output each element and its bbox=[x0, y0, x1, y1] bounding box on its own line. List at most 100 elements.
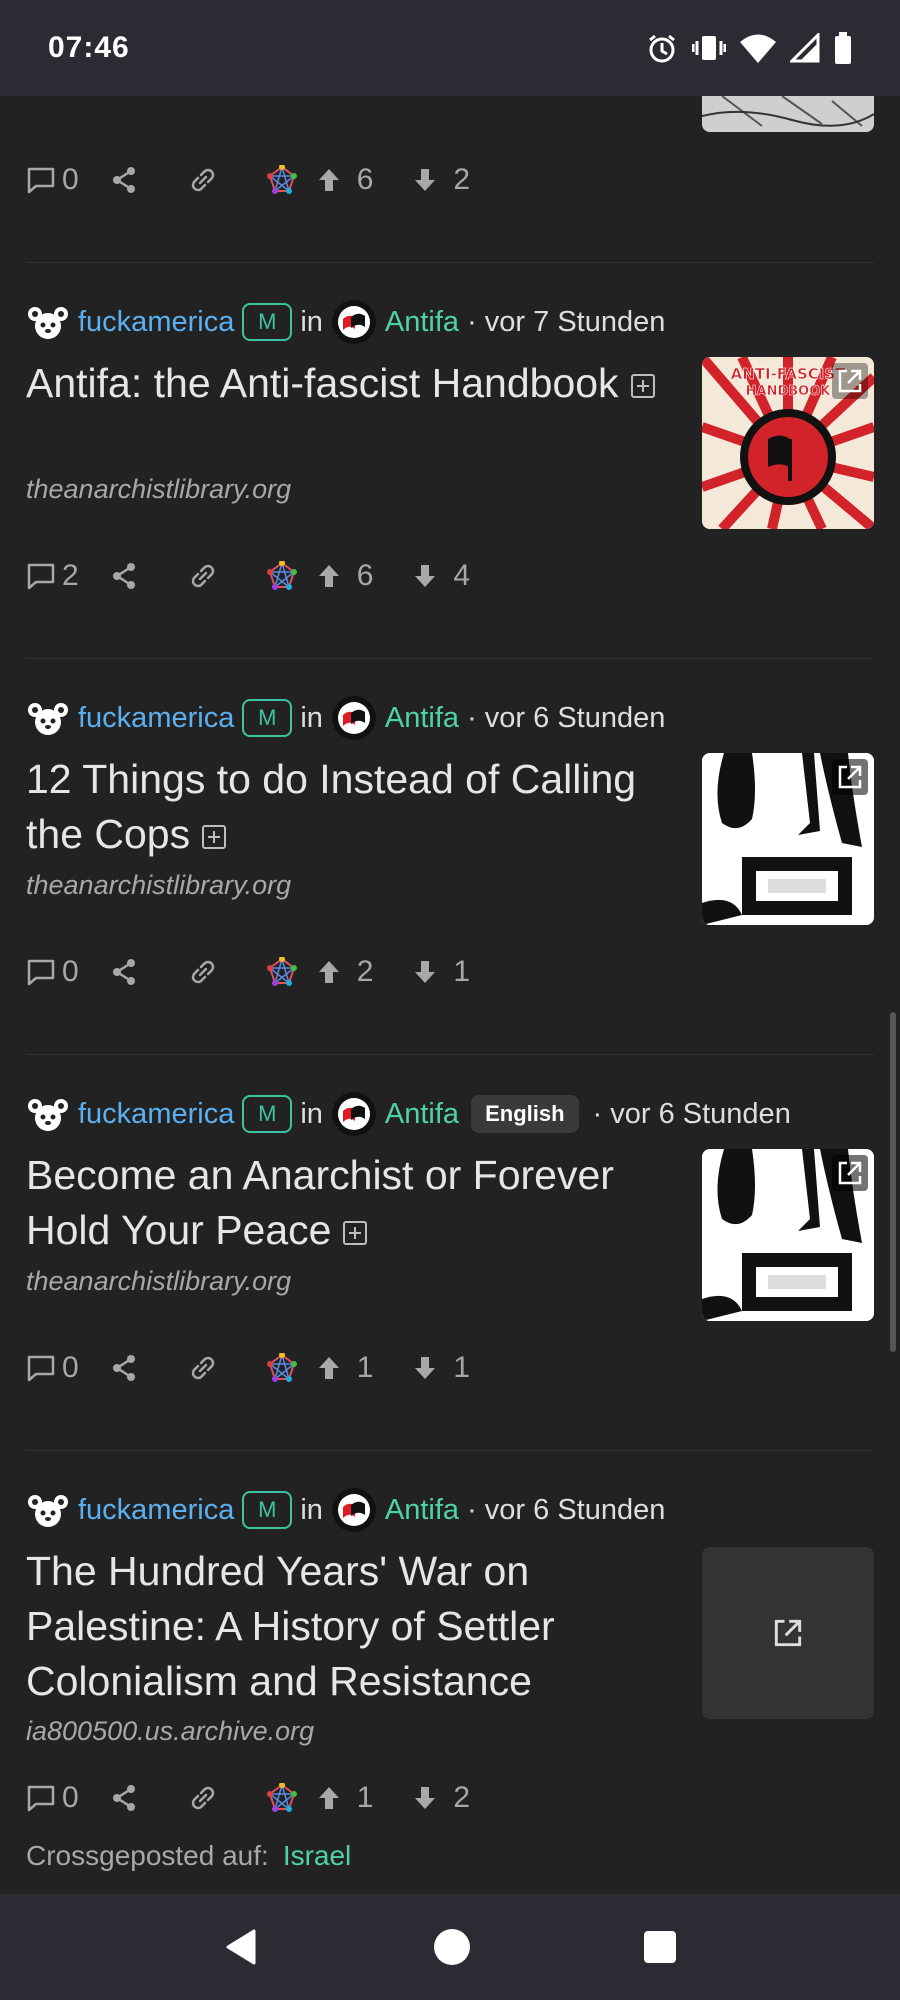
fediverse-button[interactable] bbox=[266, 957, 297, 987]
language-badge: English bbox=[471, 1095, 579, 1133]
post-title-block[interactable]: 12 Things to do Instead of Calling the C… bbox=[26, 752, 666, 862]
thumbnail-text-1: ANTI-FASCIST bbox=[731, 365, 847, 383]
post-thumbnail[interactable] bbox=[702, 753, 874, 925]
community-name[interactable]: Antifa bbox=[385, 1098, 459, 1131]
community-icon[interactable] bbox=[331, 1091, 377, 1137]
fediverse-button[interactable] bbox=[266, 165, 297, 195]
home-button[interactable] bbox=[432, 1927, 472, 1967]
arrow-down-icon bbox=[415, 961, 436, 983]
downvote-button[interactable]: 1 bbox=[411, 1351, 470, 1385]
comments-button[interactable]: 0 bbox=[26, 163, 79, 197]
post-domain[interactable]: theanarchistlibrary.org bbox=[26, 870, 291, 901]
fediverse-button[interactable] bbox=[266, 561, 297, 591]
signal-icon bbox=[790, 33, 820, 63]
expand-icon[interactable] bbox=[343, 1221, 368, 1246]
post-author[interactable]: fuckamerica bbox=[78, 1494, 234, 1527]
comment-count: 0 bbox=[62, 1351, 79, 1384]
post-thumbnail-partial[interactable] bbox=[702, 96, 874, 132]
user-avatar-icon[interactable] bbox=[26, 1488, 70, 1532]
downvote-button[interactable]: 2 bbox=[411, 163, 470, 197]
comments-button[interactable]: 0 bbox=[26, 1781, 79, 1815]
copy-link-button[interactable] bbox=[187, 1352, 219, 1384]
fediverse-icon bbox=[266, 1783, 297, 1812]
share-button[interactable] bbox=[109, 1353, 139, 1383]
post-domain[interactable]: theanarchistlibrary.org bbox=[26, 474, 291, 505]
fediverse-icon bbox=[266, 957, 297, 986]
post-domain[interactable]: theanarchistlibrary.org bbox=[26, 1266, 291, 1297]
community-name[interactable]: Antifa bbox=[385, 1494, 459, 1527]
post-title[interactable]: The Hundred Years' War on Palestine: A H… bbox=[26, 1544, 666, 1709]
share-button[interactable] bbox=[109, 561, 139, 591]
post-actions: 0 2 1 bbox=[26, 950, 470, 994]
upvote-button[interactable]: 1 bbox=[315, 1781, 373, 1815]
fediverse-button[interactable] bbox=[266, 1353, 297, 1383]
post-feed[interactable]: 0 6 2 fuckamerica M in Antifa · vor 7 St… bbox=[0, 96, 900, 1894]
post-title[interactable]: Become an Anarchist or Forever Hold Your… bbox=[26, 1152, 614, 1253]
external-link-icon[interactable] bbox=[767, 1612, 809, 1654]
user-avatar-icon[interactable] bbox=[26, 696, 70, 740]
external-link-icon[interactable] bbox=[832, 1155, 868, 1191]
share-button[interactable] bbox=[109, 165, 139, 195]
scrollbar[interactable] bbox=[890, 1012, 896, 1352]
upvote-button[interactable]: 2 bbox=[315, 955, 373, 989]
community-icon[interactable] bbox=[331, 299, 377, 345]
status-icons bbox=[646, 32, 852, 64]
post-thumbnail[interactable]: ANTI-FASCIST HANDBOOK bbox=[702, 357, 874, 529]
post-title[interactable]: Antifa: the Anti-fascist Handbook bbox=[26, 360, 619, 406]
back-button[interactable] bbox=[222, 1927, 262, 1967]
copy-link-button[interactable] bbox=[187, 164, 219, 196]
community-icon[interactable] bbox=[331, 695, 377, 741]
post-domain[interactable]: ia800500.us.archive.org bbox=[26, 1716, 314, 1747]
external-link-icon[interactable] bbox=[832, 363, 868, 399]
downvote-button[interactable]: 2 bbox=[411, 1781, 470, 1815]
link-icon bbox=[191, 168, 214, 192]
recents-button[interactable] bbox=[642, 1929, 678, 1965]
share-button[interactable] bbox=[109, 957, 139, 987]
post-meta: fuckamerica M in Antifa English · vor 6 … bbox=[26, 1092, 791, 1136]
user-avatar-icon[interactable] bbox=[26, 300, 70, 344]
post-title-block[interactable]: Become an Anarchist or Forever Hold Your… bbox=[26, 1148, 666, 1258]
post-meta: fuckamerica M in Antifa · vor 7 Stunden bbox=[26, 300, 665, 344]
post-title-block[interactable]: Antifa: the Anti-fascist Handbook bbox=[26, 356, 666, 411]
community-icon[interactable] bbox=[331, 1487, 377, 1533]
navigation-bar bbox=[0, 1894, 900, 2000]
in-label: in bbox=[300, 305, 323, 338]
post-thumbnail[interactable] bbox=[702, 1547, 874, 1719]
comment-icon bbox=[27, 1785, 55, 1812]
fediverse-button[interactable] bbox=[266, 1783, 297, 1813]
comments-button[interactable]: 2 bbox=[26, 559, 79, 593]
copy-link-button[interactable] bbox=[187, 1782, 219, 1814]
comments-button[interactable]: 0 bbox=[26, 1351, 79, 1385]
post-author[interactable]: fuckamerica bbox=[78, 1098, 234, 1131]
downvote-button[interactable]: 1 bbox=[411, 955, 470, 989]
wifi-icon bbox=[740, 34, 776, 63]
share-icon bbox=[112, 1355, 135, 1381]
fediverse-icon bbox=[266, 1353, 297, 1382]
share-button[interactable] bbox=[109, 1783, 139, 1813]
comment-count: 0 bbox=[62, 163, 79, 196]
external-link-icon[interactable] bbox=[832, 759, 868, 795]
moderator-badge: M bbox=[242, 303, 293, 341]
crosspost-link[interactable]: Israel bbox=[283, 1840, 351, 1871]
community-name[interactable]: Antifa bbox=[385, 702, 459, 735]
post-actions: 0 6 2 bbox=[26, 158, 470, 202]
vibrate-icon bbox=[692, 36, 726, 60]
copy-link-button[interactable] bbox=[187, 956, 219, 988]
upvote-button[interactable]: 6 bbox=[315, 559, 373, 593]
upvote-button[interactable]: 6 bbox=[315, 163, 373, 197]
comments-button[interactable]: 0 bbox=[26, 955, 79, 989]
copy-link-button[interactable] bbox=[187, 560, 219, 592]
community-name[interactable]: Antifa bbox=[385, 306, 459, 339]
upvote-button[interactable]: 1 bbox=[315, 1351, 373, 1385]
expand-icon[interactable] bbox=[202, 825, 227, 850]
expand-icon[interactable] bbox=[630, 374, 655, 399]
post-title[interactable]: 12 Things to do Instead of Calling the C… bbox=[26, 756, 636, 857]
downvote-button[interactable]: 4 bbox=[411, 559, 470, 593]
arrow-up-icon bbox=[318, 961, 339, 983]
post-actions: 0 1 1 bbox=[26, 1346, 470, 1390]
downvote-count: 2 bbox=[453, 163, 471, 196]
post-author[interactable]: fuckamerica bbox=[78, 306, 234, 339]
user-avatar-icon[interactable] bbox=[26, 1092, 70, 1136]
post-thumbnail[interactable] bbox=[702, 1149, 874, 1321]
post-author[interactable]: fuckamerica bbox=[78, 702, 234, 735]
